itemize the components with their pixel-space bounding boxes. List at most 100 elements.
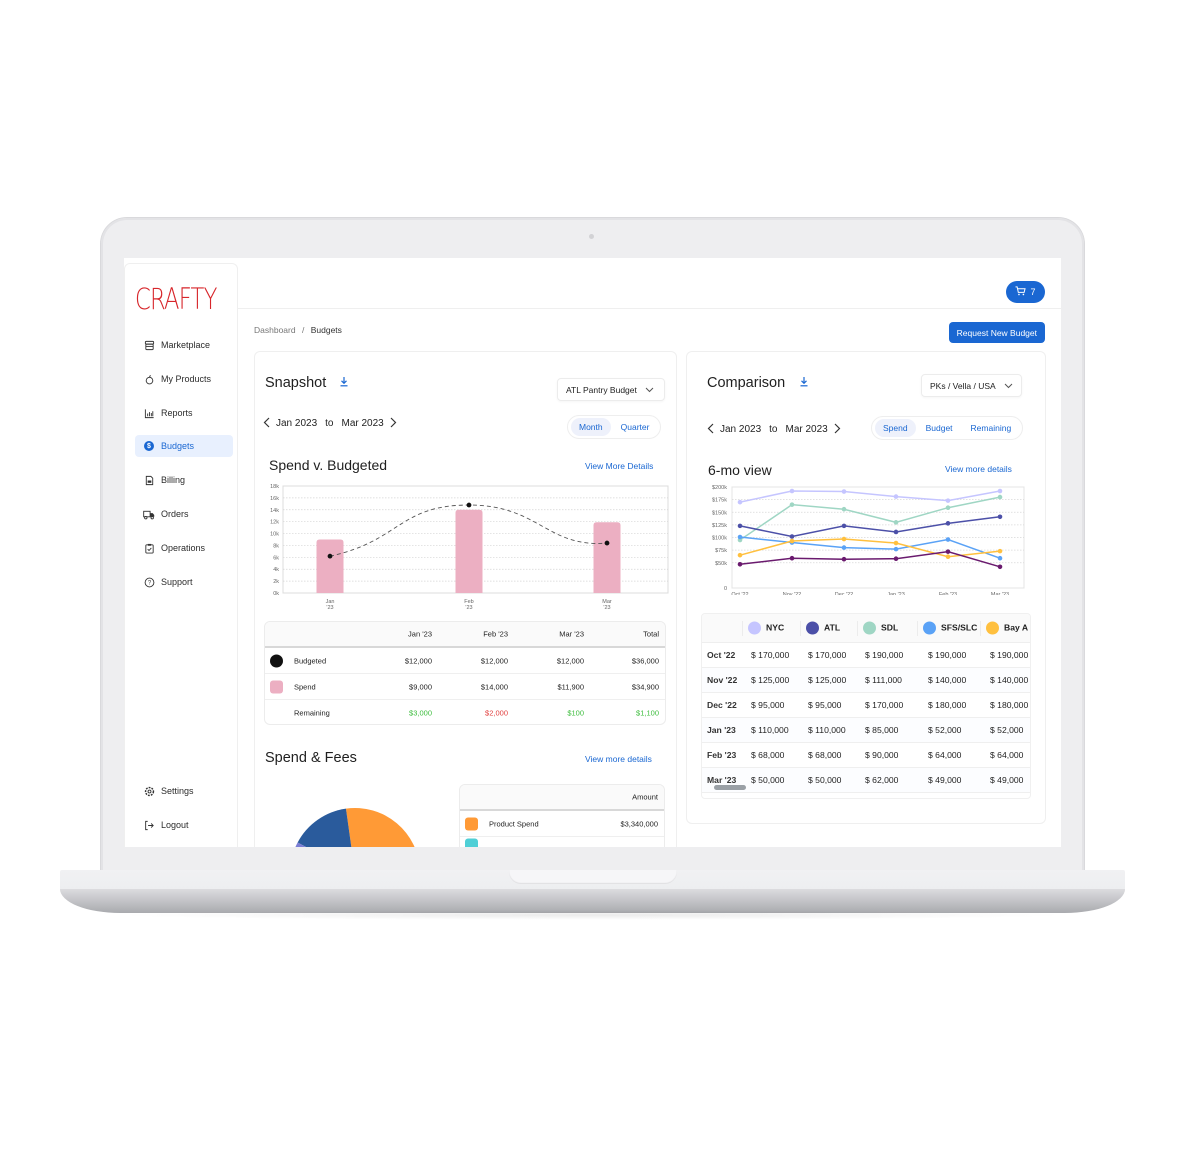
cell-value: $ 64,000 xyxy=(990,750,1024,760)
x-tick-label: '23 xyxy=(465,605,472,610)
table-row: Mar '23 $ 50,000 $ 50,000 $ 62,000 $ 49,000 $… xyxy=(702,768,1030,793)
column-label: NYC xyxy=(766,622,785,633)
logout-icon xyxy=(143,819,155,831)
brand-logo[interactable]: CRAFTY xyxy=(135,282,217,316)
view-more-details-link[interactable]: View More Details xyxy=(585,461,653,471)
column-divider xyxy=(857,621,858,636)
spend-bar xyxy=(593,522,621,593)
cart-button[interactable]: 7 xyxy=(1006,281,1045,303)
x-tick-label: '23 xyxy=(603,605,610,610)
spend-budget-table: Jan '23 Feb '23 Mar '23 Total Budgeted $… xyxy=(264,621,666,725)
sidebar-item-budgets[interactable]: $ Budgets xyxy=(135,435,233,457)
toggle-quarter[interactable]: Quarter xyxy=(613,418,658,436)
y-tick-label: $100k xyxy=(712,536,727,542)
snapshot-date-range: Jan 2023 to Mar 2023 xyxy=(263,416,397,431)
series-point xyxy=(789,502,795,507)
budget-select[interactable]: ATL Pantry Budget xyxy=(557,378,665,401)
series-point xyxy=(841,489,847,494)
table-row-spend: Spend $9,000 $14,000 $11,900 $34,900 xyxy=(265,674,665,700)
cart-icon xyxy=(1015,286,1027,298)
column-divider xyxy=(980,621,981,636)
sidebar-item-logout[interactable]: Logout xyxy=(135,814,233,836)
cell-value: $12,000 xyxy=(556,656,584,665)
col-header-amount: Amount xyxy=(632,792,658,802)
budgeted-point xyxy=(466,502,472,508)
table-row-product-spend: Product Spend $3,340,000 xyxy=(460,811,664,837)
table-header: Jan '23 Feb '23 Mar '23 Total xyxy=(265,622,665,648)
range-to[interactable]: Mar 2023 xyxy=(786,424,828,435)
table-row-partial xyxy=(460,837,664,847)
row-label: Remaining xyxy=(294,708,330,718)
request-new-budget-button[interactable]: Request New Budget xyxy=(948,322,1045,343)
column-divider xyxy=(742,621,743,636)
comparison-table: NYC ATL SDL SFS/SLC Bay A Oct '22 $ 170,000 $ … xyxy=(701,613,1031,799)
horizontal-scrollbar[interactable] xyxy=(714,785,746,790)
column-header[interactable]: SDL xyxy=(863,621,899,635)
range-from[interactable]: Jan 2023 xyxy=(720,424,761,435)
bar-chart-icon xyxy=(143,407,155,419)
y-tick-label: $75k xyxy=(715,548,727,554)
range-to[interactable]: Mar 2023 xyxy=(342,418,384,429)
breadcrumb-dashboard[interactable]: Dashboard xyxy=(254,325,296,335)
chevron-left-icon[interactable] xyxy=(263,416,270,431)
comparison-view-more-link[interactable]: View more details xyxy=(945,464,1012,474)
column-label: SDL xyxy=(881,622,899,633)
column-divider xyxy=(800,621,801,636)
chevron-right-icon[interactable] xyxy=(834,422,841,437)
metric-toggle: Spend Budget Remaining xyxy=(871,416,1024,440)
sidebar-item-billing[interactable]: Billing xyxy=(135,469,233,491)
y-tick-label: $50k xyxy=(715,561,727,567)
sidebar-item-settings[interactable]: Settings xyxy=(135,780,233,802)
fee-swatch xyxy=(465,838,478,847)
spend-v-budgeted-chart: 0k2k4k6k8k10k12k14k16k18kJan'23Feb'23Mar… xyxy=(270,484,669,610)
breadcrumb-separator: / xyxy=(301,325,305,335)
column-header[interactable]: NYC xyxy=(748,621,785,635)
cell-value: $12,000 xyxy=(404,656,432,665)
sidebar-item-operations[interactable]: Operations xyxy=(135,537,233,559)
sidebar-item-my-products[interactable]: My Products xyxy=(135,368,233,390)
sidebar-item-support[interactable]: ? Support xyxy=(135,571,233,593)
region-select[interactable]: PKs / Vella / USA xyxy=(921,374,1022,397)
comparison-card: Comparison PKs / Vella / USA Jan 2023 to… xyxy=(686,351,1046,824)
cell-value: $ 50,000 xyxy=(808,775,842,785)
table-body: Oct '22 $ 170,000 $ 170,000 $ 190,000 $ 190,… xyxy=(702,643,1030,793)
toggle-remaining[interactable]: Remaining xyxy=(963,419,1020,437)
column-header[interactable]: ATL xyxy=(806,621,841,635)
range-from[interactable]: Jan 2023 xyxy=(276,418,317,429)
download-icon[interactable] xyxy=(799,376,809,390)
sidebar-item-marketplace[interactable]: Marketplace xyxy=(135,334,233,356)
cell-value: $ 125,000 xyxy=(751,675,790,685)
series-point xyxy=(997,494,1003,500)
toggle-budget[interactable]: Budget xyxy=(918,419,961,437)
series-point xyxy=(893,494,899,499)
app-screen: CRAFTY Marketplace My Products Reports $… xyxy=(124,258,1061,847)
sidebar-item-reports[interactable]: Reports xyxy=(135,402,233,424)
comparison-title: Comparison xyxy=(707,375,786,391)
column-header[interactable]: Bay A xyxy=(986,621,1028,635)
sidebar-item-label: My Products xyxy=(161,374,212,384)
column-header[interactable]: SFS/SLC xyxy=(923,621,977,635)
series-point xyxy=(997,548,1003,554)
toggle-month[interactable]: Month xyxy=(571,418,611,436)
cell-value: $ 49,000 xyxy=(928,775,962,785)
download-icon[interactable] xyxy=(339,376,349,390)
series-point xyxy=(997,514,1003,520)
chevron-right-icon[interactable] xyxy=(390,416,397,431)
cell-value-positive: $1,100 xyxy=(636,708,659,718)
apple-icon xyxy=(143,373,155,385)
column-label: ATL xyxy=(824,622,841,633)
row-label: Oct '22 xyxy=(707,650,736,660)
x-tick-label: Feb '23 xyxy=(939,592,957,595)
chevron-left-icon[interactable] xyxy=(707,422,714,437)
cell-value: $ 110,000 xyxy=(751,725,789,735)
sidebar-item-orders[interactable]: Orders xyxy=(135,503,233,525)
x-tick-label: Mar '23 xyxy=(991,592,1009,595)
series-line-nyc xyxy=(739,490,1001,503)
spend-fees-view-more-link[interactable]: View more details xyxy=(585,754,652,764)
range-to-word: to xyxy=(769,424,778,435)
budgeted-point xyxy=(327,553,333,559)
cell-value: $ 170,000 xyxy=(808,650,847,660)
sidebar-item-label: Logout xyxy=(161,820,189,830)
cell-value: $3,340,000 xyxy=(620,819,658,828)
toggle-spend[interactable]: Spend xyxy=(875,419,916,437)
